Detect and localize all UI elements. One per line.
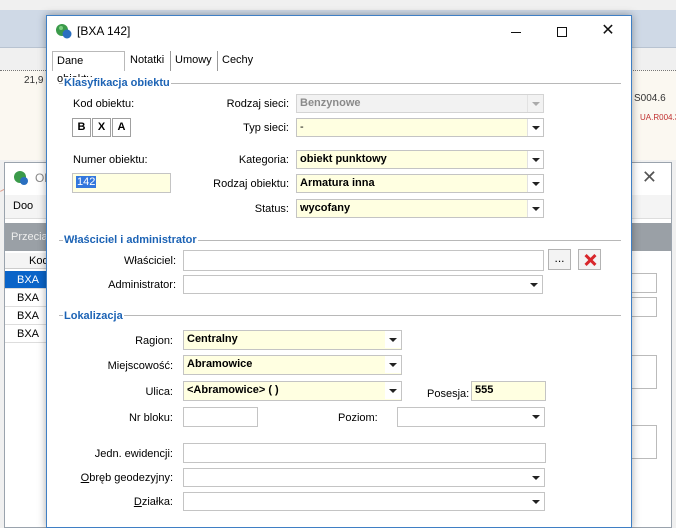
network-type-select: Benzynowe (296, 94, 544, 113)
code-letter-box[interactable]: B (72, 118, 91, 137)
precinct-select[interactable] (183, 468, 545, 487)
network-kind-label: Typ sieci: (243, 122, 289, 134)
tab-object-data[interactable]: Dane obiektu (52, 51, 125, 85)
registry-label: Jedn. ewidencji: (94, 448, 173, 460)
section-divider (59, 315, 621, 316)
tab-notes[interactable]: Notatki (126, 51, 171, 71)
chevron-down-icon (528, 469, 544, 486)
code-letter-box[interactable]: A (112, 118, 131, 137)
chevron-down-icon (527, 200, 543, 217)
owner-label: Właściciel: (124, 255, 176, 267)
dialog-titlebar[interactable]: [BXA 142] ✕ (47, 16, 631, 46)
number-input[interactable]: 142 (72, 173, 171, 193)
block-label: Nr bloku: (128, 412, 173, 424)
precinct-label-accesskey: O (80, 472, 90, 484)
number-value: 142 (76, 176, 97, 188)
map-label: S004.6 (634, 93, 666, 104)
code-label: Kod obiektu: (73, 98, 135, 110)
dialog-title: [BXA 142] (77, 24, 131, 38)
status-label: Status: (254, 203, 289, 215)
minimize-icon (511, 31, 521, 33)
object-type-select[interactable]: Armatura inna (296, 174, 544, 193)
chevron-down-icon (385, 382, 401, 399)
owner-input[interactable] (183, 250, 544, 271)
status-value: wycofany (300, 202, 351, 214)
minimize-button[interactable] (493, 16, 539, 46)
chevron-down-icon (527, 175, 543, 192)
browse-owner-button[interactable]: ... (548, 249, 571, 270)
close-icon: ✕ (601, 22, 615, 39)
group-header-label: Przecia (11, 231, 48, 243)
parcel-label-text: ziałka: (141, 496, 173, 508)
object-dialog: [BXA 142] ✕ Dane obiektu Notatki Umowy C… (46, 15, 632, 528)
network-type-label: Rodzaj sieci: (226, 98, 289, 110)
chevron-down-icon (385, 331, 401, 348)
level-label: Poziom: (338, 412, 378, 424)
section-title-owner: Właściciel i administrator (63, 234, 198, 246)
section-title-location: Lokalizacja (63, 310, 124, 322)
chevron-down-icon (528, 408, 544, 425)
map-label: UA.R004.3 (640, 113, 676, 122)
network-type-value: Benzynowe (300, 97, 361, 109)
region-select[interactable]: Centralny (183, 330, 402, 350)
category-select[interactable]: obiekt punktowy (296, 150, 544, 169)
chevron-down-icon (527, 151, 543, 168)
delete-icon (584, 254, 596, 266)
app-globe-icon (14, 171, 28, 185)
street-select[interactable]: <Abramowice> ( ) (183, 381, 402, 401)
chevron-down-icon (385, 356, 401, 373)
app-globe-icon (56, 24, 72, 39)
city-select[interactable]: Abramowice (183, 355, 402, 375)
parcel-label-accesskey: D (133, 496, 142, 508)
tab-features[interactable]: Cechy (218, 51, 258, 71)
chevron-down-icon (527, 95, 543, 112)
code-letter-box[interactable]: X (92, 118, 111, 137)
precinct-label-text: bręb geodezyjny: (89, 472, 173, 484)
maximize-button[interactable] (539, 16, 585, 46)
admin-select[interactable] (183, 275, 543, 294)
section-title-classification: Klasyfikacja obiektu (63, 77, 171, 89)
category-label: Kategoria: (238, 154, 289, 166)
chevron-down-icon (526, 276, 542, 293)
precinct-label: Obręb geodezyjny: (67, 472, 173, 484)
city-value: Abramowice (187, 358, 253, 370)
network-kind-select[interactable]: - (296, 118, 544, 137)
object-type-label: Rodzaj obiektu: (213, 178, 289, 190)
block-input[interactable] (183, 407, 258, 427)
chevron-down-icon (527, 119, 543, 136)
admin-label: Administrator: (108, 279, 176, 291)
list-add-button[interactable]: Doo (13, 200, 33, 212)
region-value: Centralny (187, 333, 238, 345)
property-label: Posesja: (427, 388, 470, 400)
street-value: <Abramowice> ( ) (187, 384, 279, 396)
city-label: Miejscowość: (107, 360, 173, 372)
tab-contracts[interactable]: Umowy (171, 51, 218, 71)
map-label: 21,9 (24, 75, 44, 86)
parcel-select[interactable] (183, 492, 545, 511)
property-input[interactable]: 555 (471, 381, 546, 401)
region-label: Ragion: (135, 335, 173, 347)
network-kind-value: - (300, 121, 304, 133)
clear-owner-button[interactable] (578, 249, 601, 270)
level-select[interactable] (397, 407, 545, 427)
row-code: BXA (17, 328, 40, 340)
row-code: BXA (17, 274, 40, 286)
chevron-down-icon (528, 493, 544, 510)
row-code: BXA (17, 292, 40, 304)
status-select[interactable]: wycofany (296, 199, 544, 218)
maximize-icon (557, 27, 567, 38)
registry-input[interactable] (183, 443, 546, 463)
close-button[interactable]: ✕ (585, 16, 631, 46)
category-value: obiekt punktowy (300, 153, 387, 165)
number-label: Numer obiektu: (73, 154, 148, 166)
object-type-value: Armatura inna (300, 177, 375, 189)
street-label: Ulica: (145, 386, 173, 398)
browse-label: ... (554, 251, 565, 265)
list-window-close-icon[interactable]: ✕ (642, 167, 657, 188)
parcel-label: Działka: (67, 496, 173, 508)
row-code: BXA (17, 310, 40, 322)
property-value: 555 (475, 384, 494, 396)
